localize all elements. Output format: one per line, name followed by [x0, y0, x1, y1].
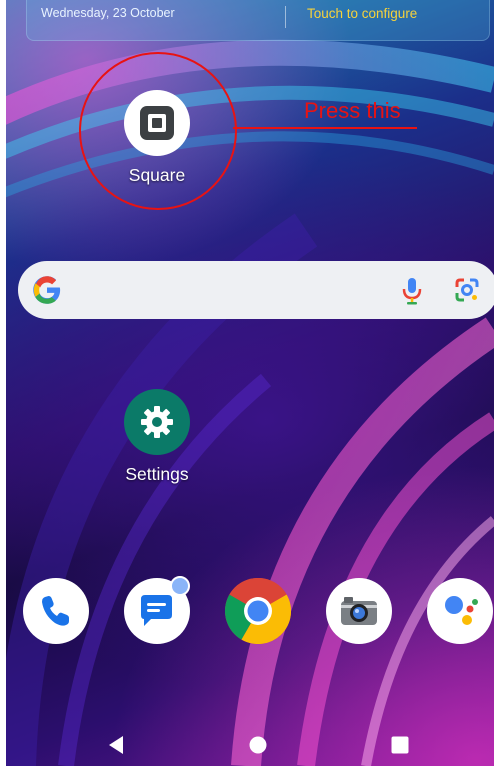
widget-divider	[285, 6, 286, 28]
annotation-circle	[79, 52, 237, 210]
navigation-bar	[6, 716, 494, 766]
messages-icon[interactable]	[124, 576, 190, 644]
wallpaper	[6, 39, 494, 766]
widget-configure-link[interactable]: Touch to configure	[307, 6, 417, 21]
microphone-icon[interactable]	[401, 277, 423, 310]
annotation-line	[233, 127, 417, 129]
home-icon[interactable]	[249, 736, 267, 759]
back-icon[interactable]	[107, 735, 125, 760]
date-widget[interactable]: Wednesday, 23 October Touch to configure	[26, 0, 490, 41]
app-settings[interactable]: Settings	[102, 389, 212, 485]
widget-date: Wednesday, 23 October	[41, 6, 175, 20]
assistant-icon[interactable]	[427, 578, 493, 644]
chrome-icon[interactable]	[225, 578, 291, 644]
notification-badge	[170, 576, 190, 596]
app-label-settings: Settings	[125, 464, 189, 484]
phone-icon[interactable]	[23, 578, 89, 644]
recents-icon[interactable]	[391, 736, 409, 759]
annotation-text: Press this	[304, 98, 401, 123]
home-screen: Wednesday, 23 October Touch to configure…	[6, 0, 494, 766]
camera-icon[interactable]	[326, 578, 392, 644]
lens-icon[interactable]	[454, 277, 480, 308]
google-search-bar[interactable]	[18, 261, 494, 319]
google-g-icon	[32, 275, 62, 310]
gear-icon	[124, 389, 190, 455]
